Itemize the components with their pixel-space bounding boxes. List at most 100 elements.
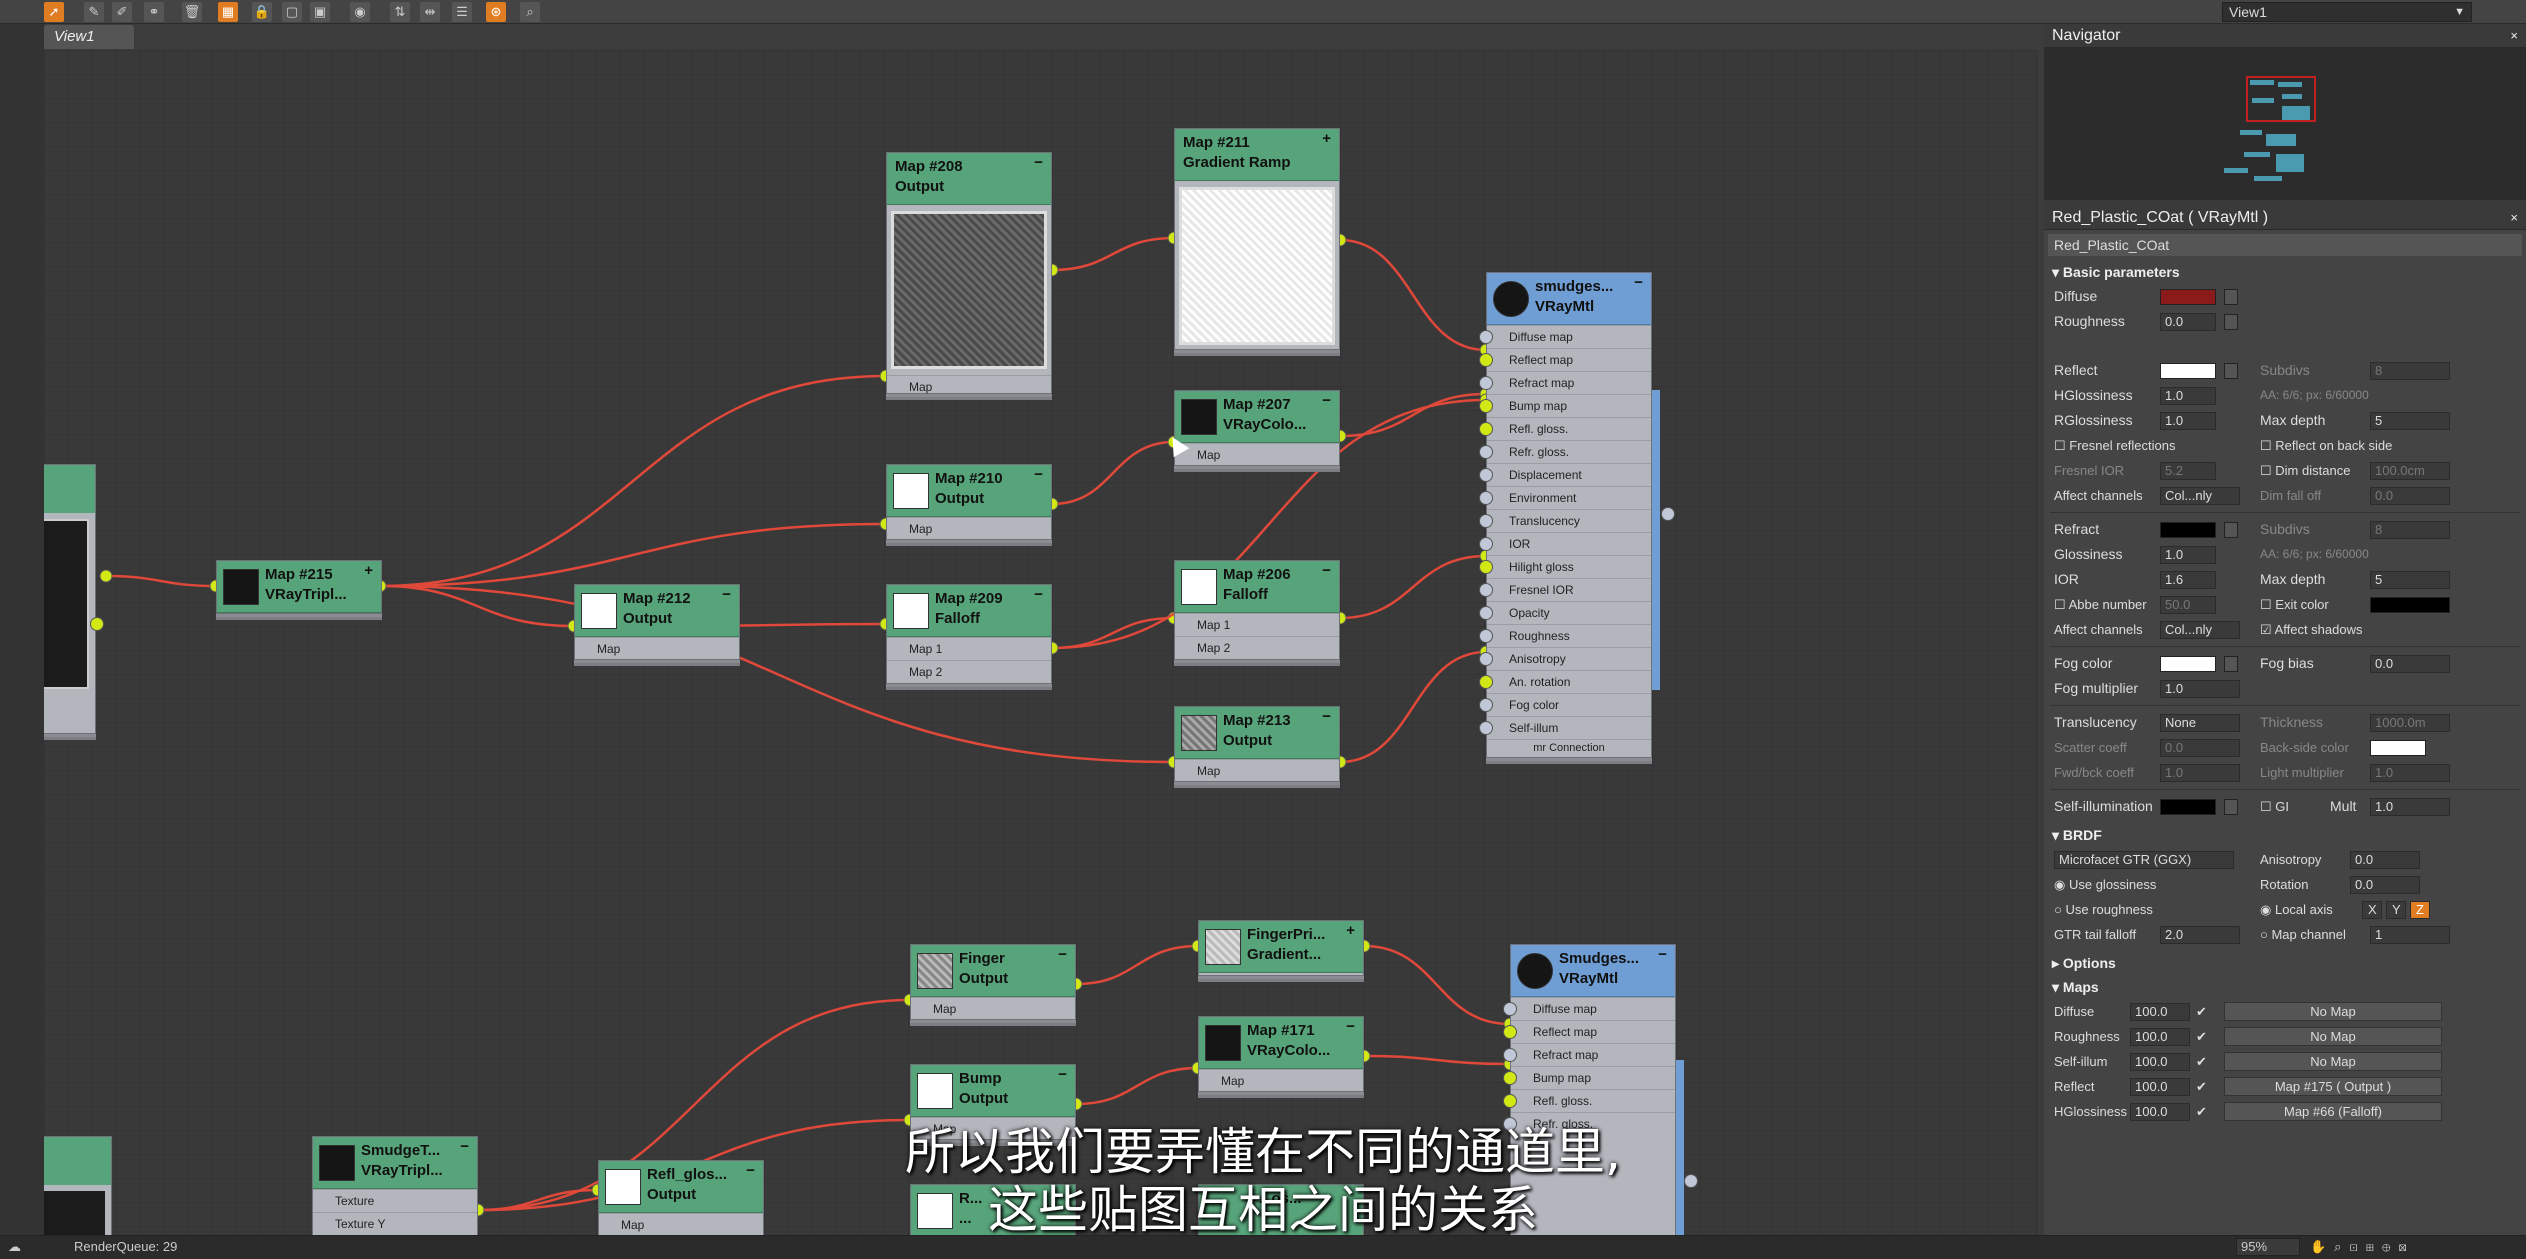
section-brdf[interactable]: ▾ BRDF [2044, 823, 2526, 847]
plus-icon[interactable]: + [364, 561, 373, 580]
node-finger[interactable]: Finger Output − Map [910, 944, 1076, 1020]
map-channel-radio[interactable]: ○ Map channel [2260, 922, 2346, 947]
input-socket[interactable] [1479, 376, 1493, 390]
minimize-icon[interactable]: − [1322, 391, 1331, 410]
diffuse-map-button[interactable] [2224, 289, 2238, 305]
map-amount-spinner[interactable]: 100.0 [2130, 1103, 2190, 1121]
checkmark-icon[interactable]: ✔ [2196, 1024, 2207, 1049]
navigator-minimap[interactable] [2044, 48, 2526, 200]
plus-icon[interactable]: + [1346, 921, 1355, 940]
node-map-211[interactable]: Map #211 Gradient Ramp + [1174, 128, 1340, 350]
node-map-213[interactable]: Map #213 Output − Map [1174, 706, 1340, 782]
reflect-map-button[interactable] [2224, 363, 2238, 379]
slot-bump-map[interactable]: Bump map [1479, 394, 1651, 417]
frame-icon[interactable]: ▢ [282, 2, 302, 22]
refract-color-swatch[interactable] [2160, 522, 2216, 538]
close-icon[interactable]: × [2510, 206, 2518, 230]
checkmark-icon[interactable]: ✔ [2196, 1074, 2207, 1099]
back-side-color-swatch[interactable] [2370, 740, 2426, 756]
slot-fog-color[interactable]: Fog color [1479, 693, 1651, 716]
vray1-side-handle[interactable] [1652, 390, 1660, 690]
checkmark-icon[interactable]: ✔ [2196, 1049, 2207, 1074]
map-amount-spinner[interactable]: 100.0 [2130, 1053, 2190, 1071]
minimize-icon[interactable]: − [1634, 273, 1643, 292]
minimize-icon[interactable]: − [1658, 945, 1667, 964]
refr-subdivs-spinner[interactable]: 8 [2370, 521, 2450, 539]
thickness-spinner[interactable]: 1000.0m [2370, 714, 2450, 732]
slot-opacity[interactable]: Opacity [1479, 601, 1651, 624]
slot-environment[interactable]: Environment [1479, 486, 1651, 509]
map-slot-button[interactable]: Map #66 (Falloff) [2224, 1102, 2442, 1121]
hglossiness-spinner[interactable]: 1.0 [2160, 387, 2216, 405]
dim-distance-spinner[interactable]: 100.0cm [2370, 462, 2450, 480]
checkmark-icon[interactable]: ✔ [2196, 1099, 2207, 1124]
slot-reflect-map[interactable]: Reflect map [1479, 348, 1651, 371]
input-socket[interactable] [1503, 1071, 1517, 1085]
input-socket[interactable] [1479, 583, 1493, 597]
translucency-dropdown[interactable]: None [2160, 714, 2240, 732]
minimize-icon[interactable]: − [1034, 153, 1043, 172]
slot-refl-gloss[interactable]: Refl. gloss. [1479, 417, 1651, 440]
slot-refl-gloss[interactable]: Refl. gloss. [1503, 1089, 1675, 1112]
reflect-color-swatch[interactable] [2160, 363, 2216, 379]
link-icon[interactable]: ⚭ [144, 2, 164, 22]
slot-reflect-map[interactable]: Reflect map [1503, 1020, 1675, 1043]
rglossiness-spinner[interactable]: 1.0 [2160, 412, 2216, 430]
minimize-icon[interactable]: − [1058, 945, 1067, 964]
minimize-icon[interactable]: − [1034, 465, 1043, 484]
reflect-back-checkbox[interactable]: ☐ Reflect on back side [2260, 433, 2392, 458]
input-socket[interactable] [1479, 353, 1493, 367]
slot-translucency[interactable]: Translucency [1479, 509, 1651, 532]
node-map-210[interactable]: Map #210 Output − Map [886, 464, 1052, 540]
input-socket[interactable] [1503, 1025, 1517, 1039]
input-socket[interactable] [1479, 652, 1493, 666]
slot-hilight-gloss[interactable]: Hilight gloss [1479, 555, 1651, 578]
input-socket[interactable] [1479, 560, 1493, 574]
input-socket[interactable] [1503, 1048, 1517, 1062]
input-socket[interactable] [1479, 537, 1493, 551]
slot-refract-map[interactable]: Refract map [1479, 371, 1651, 394]
dim-distance-checkbox[interactable]: ☐ Dim distance [2260, 458, 2350, 483]
select-icon[interactable]: ➚ [44, 2, 64, 22]
node-partial-left[interactable] [44, 464, 104, 734]
subdivs-spinner[interactable]: 8 [2370, 362, 2450, 380]
map-slot-button[interactable]: Map #175 ( Output ) [2224, 1077, 2442, 1096]
slot-ior[interactable]: IOR [1479, 532, 1651, 555]
gtr-tail-falloff-spinner[interactable]: 2.0 [2160, 926, 2240, 944]
input-socket[interactable] [1479, 468, 1493, 482]
input-socket[interactable] [1479, 422, 1493, 436]
input-socket[interactable] [1479, 445, 1493, 459]
scatter-coeff-spinner[interactable]: 0.0 [2160, 739, 2240, 757]
input-socket[interactable] [1479, 629, 1493, 643]
axis-x-button[interactable]: X [2362, 901, 2382, 919]
fresnel-checkbox[interactable]: ☐ Fresnel reflections [2054, 433, 2176, 458]
roughness-map-button[interactable] [2224, 314, 2238, 330]
affect-channels-dropdown[interactable]: Col...nly [2160, 487, 2240, 505]
map-amount-spinner[interactable]: 100.0 [2130, 1078, 2190, 1096]
mr-connection[interactable]: mr Connection [1487, 739, 1651, 757]
slot-an-rotation[interactable]: An. rotation [1479, 670, 1651, 693]
refract-map-button[interactable] [2224, 522, 2238, 538]
node-map-215[interactable]: Map #215 VRayTripl... + [216, 560, 382, 614]
self-illum-color-swatch[interactable] [2160, 799, 2216, 815]
input-socket[interactable] [1503, 1002, 1517, 1016]
fog-color-swatch[interactable] [2160, 656, 2216, 672]
input-socket[interactable] [1479, 721, 1493, 735]
input-socket[interactable] [1479, 606, 1493, 620]
input-socket[interactable] [1479, 698, 1493, 712]
node-fingerpri[interactable]: FingerPri... Gradient... + [1198, 920, 1364, 976]
pencil-icon[interactable]: ✎ [84, 2, 104, 22]
use-roughness-radio[interactable]: ○ Use roughness [2054, 897, 2153, 922]
axis-z-button[interactable]: Z [2410, 901, 2430, 919]
node-vraymtl-smudges[interactable]: smudges... VRayMtl − Diffuse map Reflect ma… [1479, 272, 1652, 758]
minimize-icon[interactable]: − [1346, 1017, 1355, 1036]
map-slot-button[interactable]: No Map [2224, 1002, 2442, 1021]
minimize-icon[interactable]: − [1058, 1065, 1067, 1084]
fog-multiplier-spinner[interactable]: 1.0 [2160, 680, 2240, 698]
ior-spinner[interactable]: 1.6 [2160, 571, 2216, 589]
anisotropy-spinner[interactable]: 0.0 [2350, 851, 2420, 869]
affect-shadows-checkbox[interactable]: ☑ Affect shadows [2260, 617, 2362, 642]
gi-checkbox[interactable]: ☐ GI [2260, 794, 2289, 819]
mult-spinner[interactable]: 1.0 [2370, 798, 2450, 816]
roughness-spinner[interactable]: 0.0 [2160, 313, 2216, 331]
